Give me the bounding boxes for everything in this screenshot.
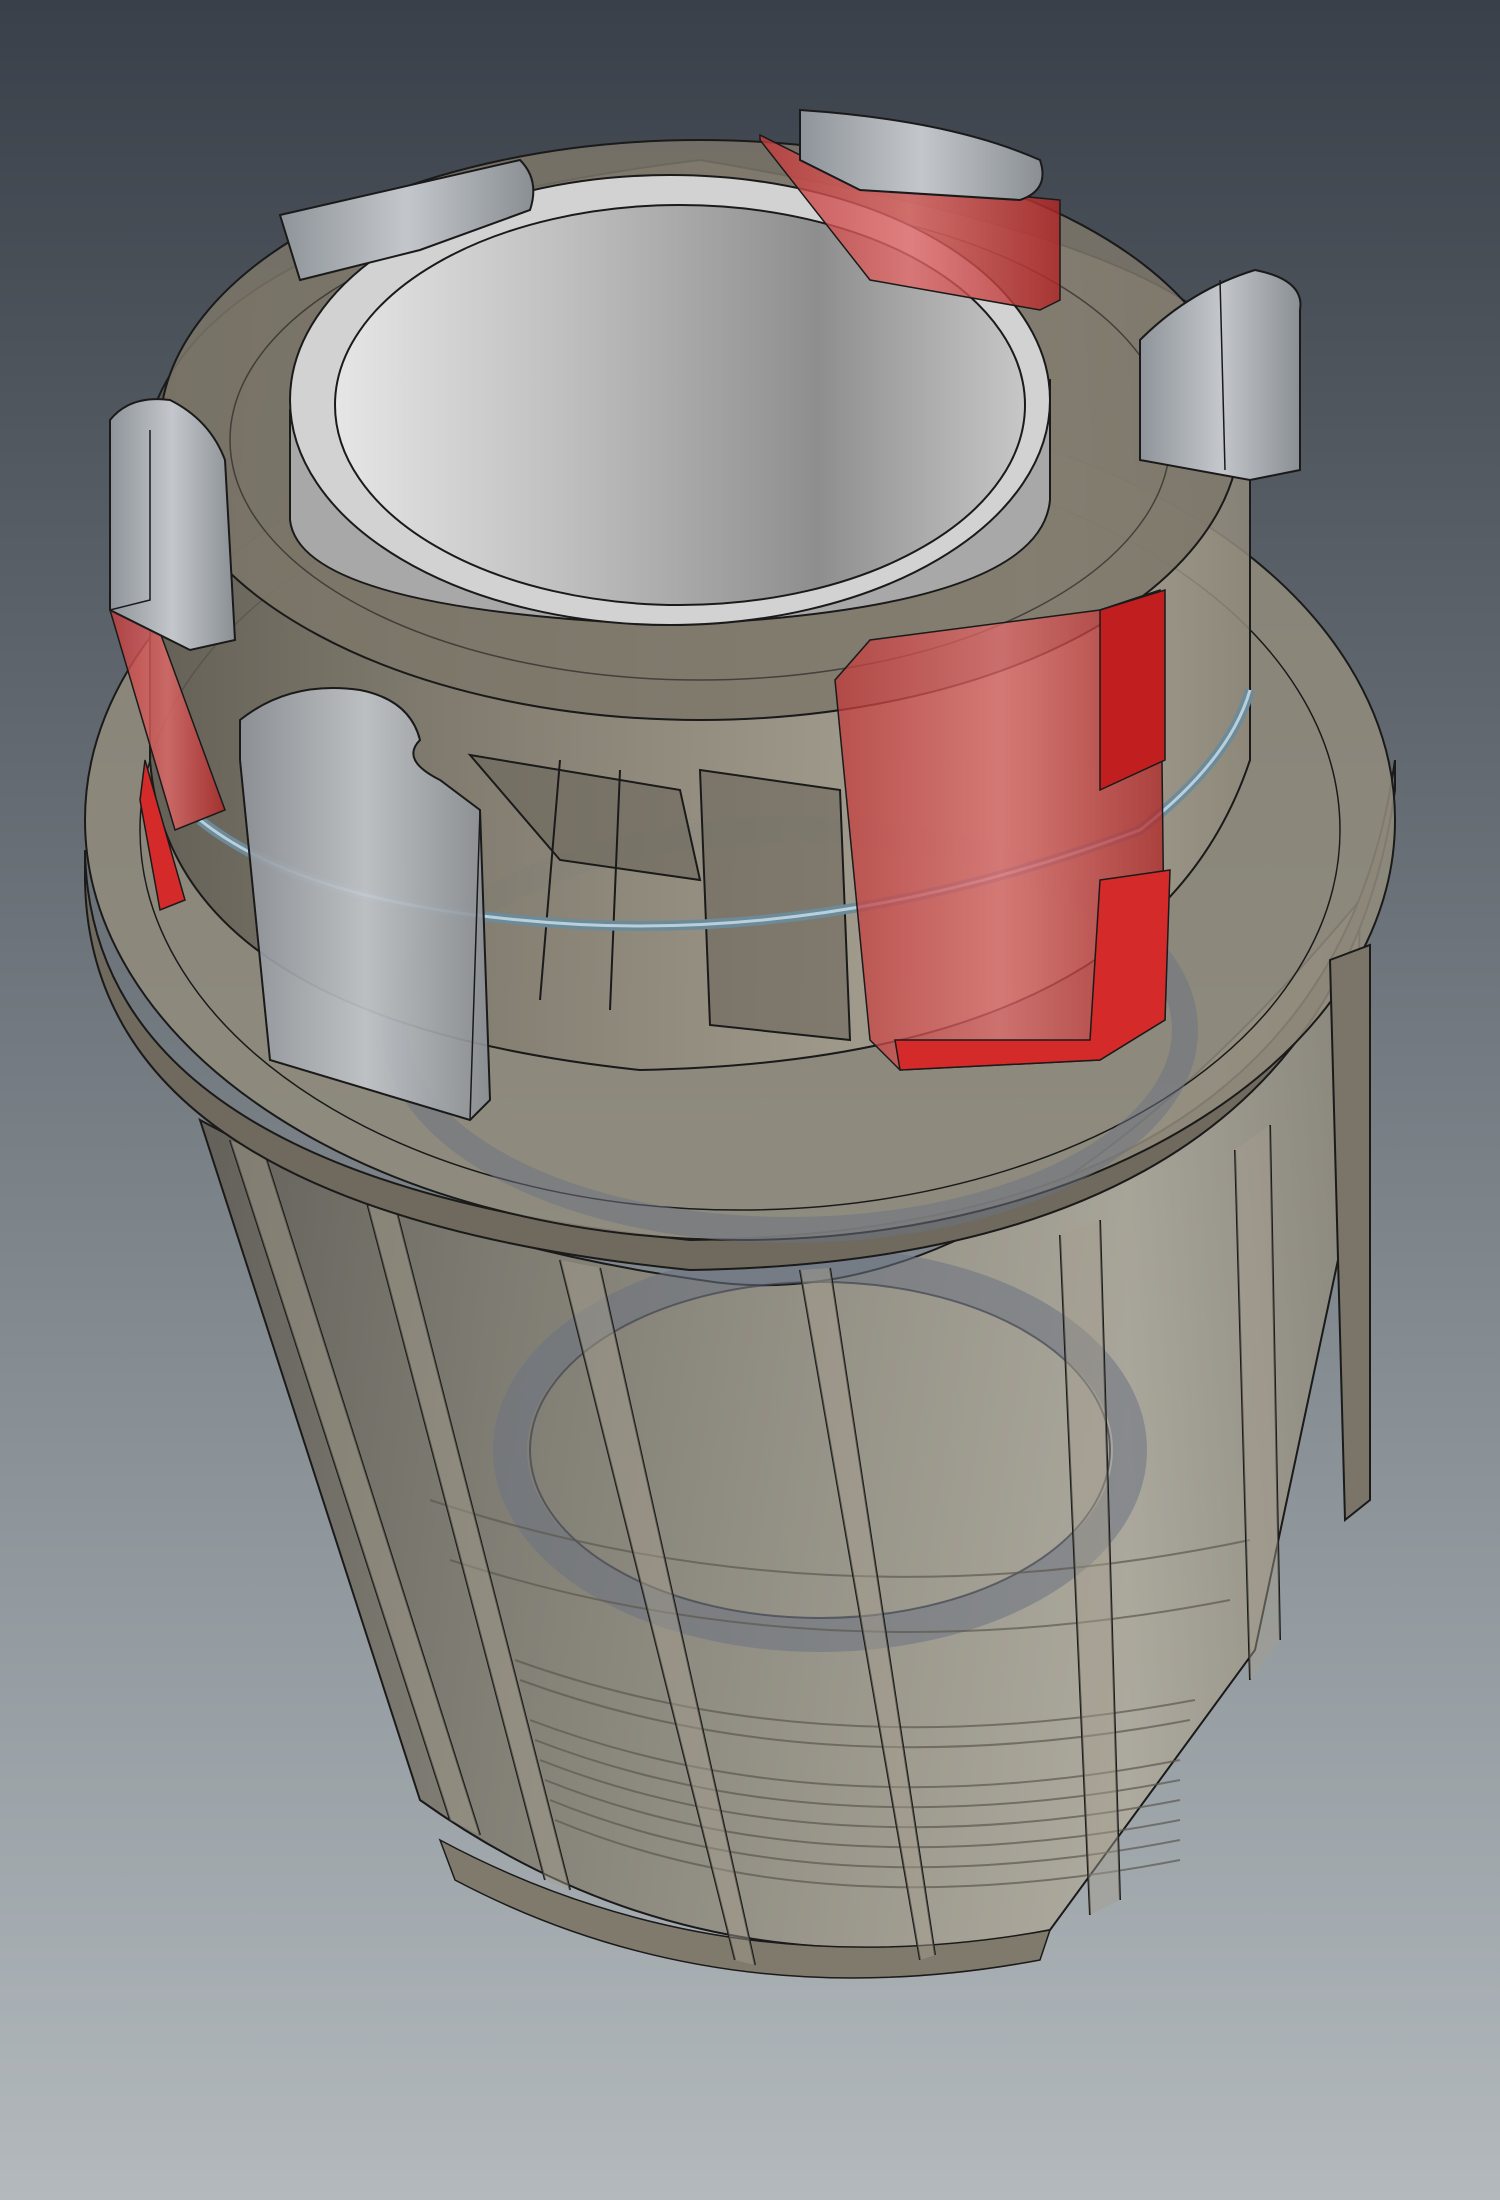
3d-cad-viewport[interactable] xyxy=(0,0,1500,2200)
pawl-pocket-right[interactable] xyxy=(834,588,1171,1071)
